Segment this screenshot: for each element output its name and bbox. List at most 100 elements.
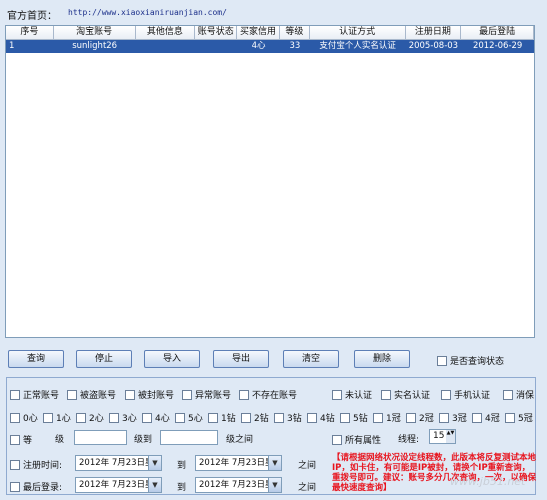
- filter-credit-5-crown[interactable]: 5冠: [505, 411, 533, 424]
- level-range-checkbox[interactable]: 等: [10, 433, 32, 446]
- filter-realname[interactable]: 实名认证: [381, 388, 430, 401]
- checkbox-box[interactable]: [208, 412, 218, 423]
- filter-label: 4冠: [485, 414, 500, 424]
- checkbox-box[interactable]: [373, 412, 383, 423]
- stop-button[interactable]: 停止: [76, 350, 132, 368]
- query-button[interactable]: 查询: [8, 350, 64, 368]
- checkbox-box[interactable]: [381, 389, 391, 400]
- filter-credit-5-heart[interactable]: 5心: [175, 411, 203, 424]
- reg-time-checkbox[interactable]: 注册时间:: [10, 458, 62, 471]
- checkbox-box[interactable]: [307, 412, 317, 423]
- checkbox-box[interactable]: [332, 434, 342, 445]
- reg-date-to-picker[interactable]: 2012年 7月23日星 ▼: [195, 455, 282, 471]
- filter-label: 被盗账号: [80, 391, 117, 401]
- filter-normal[interactable]: 正常账号: [10, 388, 59, 401]
- filter-credit-3-diamond[interactable]: 3钻: [274, 411, 302, 424]
- checkbox-box[interactable]: [332, 389, 342, 400]
- checkbox-box[interactable]: [10, 434, 20, 445]
- dropdown-arrow-icon[interactable]: ▼: [148, 478, 161, 492]
- last-login-checkbox[interactable]: 最后登录:: [10, 480, 62, 493]
- filter-nonexistent[interactable]: 不存在账号: [239, 388, 297, 401]
- check-status-checkbox[interactable]: 是否查询状态: [437, 354, 504, 367]
- dropdown-arrow-icon[interactable]: ▼: [148, 456, 161, 470]
- checkbox-box[interactable]: [67, 389, 77, 400]
- dropdown-arrow-icon[interactable]: ▼: [268, 478, 281, 492]
- checkbox-box[interactable]: [43, 412, 53, 423]
- filter-credit-0-heart[interactable]: 0心: [10, 411, 38, 424]
- col-header-other-info[interactable]: 其他信息: [136, 26, 196, 39]
- login-date-from-value: 2012年 7月23日星: [79, 480, 154, 490]
- checkbox-box[interactable]: [142, 412, 152, 423]
- export-button[interactable]: 导出: [213, 350, 269, 368]
- filter-credit-1-diamond[interactable]: 1钻: [208, 411, 236, 424]
- checkbox-box[interactable]: [76, 412, 86, 423]
- col-header-index[interactable]: 序号: [6, 26, 54, 39]
- reg-date-from-value: 2012年 7月23日星: [79, 458, 154, 468]
- checkbox-box[interactable]: [182, 389, 192, 400]
- filter-credit-1-crown[interactable]: 1冠: [373, 411, 401, 424]
- col-header-level[interactable]: 等级: [280, 26, 310, 39]
- checkbox-box[interactable]: [439, 412, 449, 423]
- filter-banned[interactable]: 被封账号: [125, 388, 174, 401]
- checkbox-box[interactable]: [239, 389, 249, 400]
- all-attributes-checkbox[interactable]: 所有属性: [332, 433, 381, 446]
- col-header-reg-date[interactable]: 注册日期: [406, 26, 462, 39]
- filter-unverified[interactable]: 未认证: [332, 388, 372, 401]
- col-header-buyer-credit[interactable]: 买家信用: [237, 26, 280, 39]
- filter-label: 0心: [23, 414, 38, 424]
- checkbox-box[interactable]: [10, 412, 20, 423]
- filter-stolen[interactable]: 被盗账号: [67, 388, 116, 401]
- filter-phone[interactable]: 手机认证: [441, 388, 490, 401]
- checkbox-box[interactable]: [10, 459, 20, 470]
- delete-button[interactable]: 删除: [354, 350, 410, 368]
- level-to-input[interactable]: [160, 430, 218, 445]
- filter-credit-4-diamond[interactable]: 4钻: [307, 411, 335, 424]
- filter-label: 2心: [89, 414, 104, 424]
- filter-credit-2-diamond[interactable]: 2钻: [241, 411, 269, 424]
- filter-consumer-protection[interactable]: 消保: [503, 388, 534, 401]
- checkbox-box[interactable]: [109, 412, 119, 423]
- col-header-last-login[interactable]: 最后登陆: [461, 26, 534, 39]
- col-header-status[interactable]: 账号状态: [195, 26, 238, 39]
- checkbox-box[interactable]: [505, 412, 515, 423]
- spinner-arrows-icon[interactable]: ▲▼: [446, 430, 455, 443]
- table-row[interactable]: 1 sunlight26 4心 33 支付宝个人实名认证 2005-08-03 …: [6, 40, 534, 53]
- check-status-label: 是否查询状态: [450, 357, 505, 367]
- filter-credit-3-crown[interactable]: 3冠: [439, 411, 467, 424]
- filter-label: 消保: [516, 391, 535, 401]
- checkbox-box[interactable]: [406, 412, 416, 423]
- checkbox-box[interactable]: [175, 412, 185, 423]
- checkbox-box[interactable]: [274, 412, 284, 423]
- filter-label: 未认证: [345, 391, 373, 401]
- filter-label: 3钻: [287, 414, 302, 424]
- checkbox-box[interactable]: [437, 355, 447, 366]
- checkbox-box[interactable]: [125, 389, 135, 400]
- filter-credit-4-crown[interactable]: 4冠: [472, 411, 500, 424]
- filter-credit-5-diamond[interactable]: 5钻: [340, 411, 368, 424]
- dropdown-arrow-icon[interactable]: ▼: [268, 456, 281, 470]
- clear-button[interactable]: 清空: [283, 350, 339, 368]
- official-site-link[interactable]: http://www.xiaoxianiruanjian.com/: [68, 8, 227, 17]
- checkbox-box[interactable]: [441, 389, 451, 400]
- level-from-input[interactable]: [74, 430, 127, 445]
- threads-spinner[interactable]: 15 ▲▼: [429, 429, 456, 444]
- filter-credit-3-heart[interactable]: 3心: [109, 411, 137, 424]
- filter-credit-1-heart[interactable]: 1心: [43, 411, 71, 424]
- checkbox-box[interactable]: [10, 481, 20, 492]
- checkbox-box[interactable]: [503, 389, 513, 400]
- login-date-from-picker[interactable]: 2012年 7月23日星 ▼: [75, 477, 162, 493]
- checkbox-box[interactable]: [241, 412, 251, 423]
- account-table[interactable]: 序号 淘宝账号 其他信息 账号状态 买家信用 等级 认证方式 注册日期 最后登陆…: [5, 25, 535, 338]
- col-header-verification[interactable]: 认证方式: [310, 26, 406, 39]
- col-header-account[interactable]: 淘宝账号: [54, 26, 136, 39]
- filter-credit-2-heart[interactable]: 2心: [76, 411, 104, 424]
- login-date-to-picker[interactable]: 2012年 7月23日星 ▼: [195, 477, 282, 493]
- filter-credit-2-crown[interactable]: 2冠: [406, 411, 434, 424]
- reg-date-from-picker[interactable]: 2012年 7月23日星 ▼: [75, 455, 162, 471]
- checkbox-box[interactable]: [472, 412, 482, 423]
- filter-credit-4-heart[interactable]: 4心: [142, 411, 170, 424]
- checkbox-box[interactable]: [340, 412, 350, 423]
- import-button[interactable]: 导入: [144, 350, 200, 368]
- checkbox-box[interactable]: [10, 389, 20, 400]
- filter-abnormal[interactable]: 异常账号: [182, 388, 231, 401]
